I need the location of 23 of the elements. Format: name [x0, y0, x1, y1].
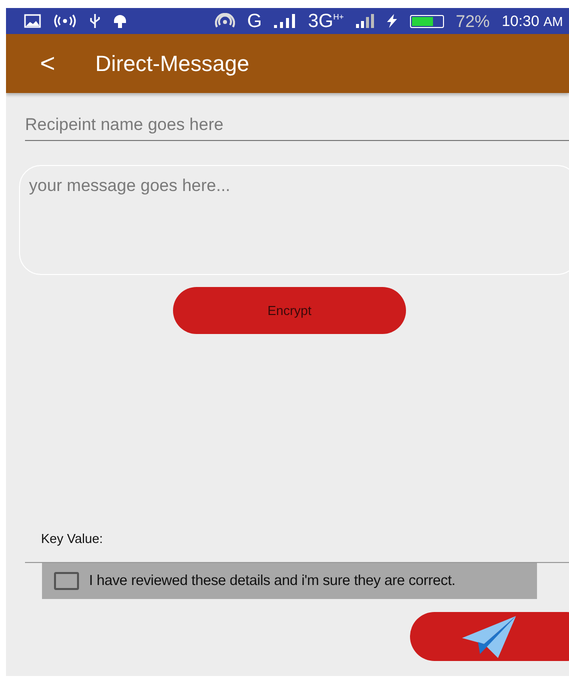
send-button[interactable] — [410, 612, 569, 661]
lightning-icon — [386, 14, 398, 28]
back-button[interactable]: < — [40, 48, 56, 79]
confirm-label: I have reviewed these details and i'm sure they are correct. — [89, 573, 456, 589]
screen-title: Direct-Message — [95, 50, 250, 76]
recipient-field[interactable]: Recipeint name goes here — [25, 113, 569, 141]
key-value-label: Key Value: — [41, 531, 104, 546]
confirm-checkbox-row[interactable]: I have reviewed these details and i'm sure they are correct. — [42, 563, 537, 599]
encrypt-button[interactable]: Encrypt — [173, 287, 406, 334]
clock: 10:30 AM — [502, 14, 563, 28]
signal-icon — [356, 14, 374, 28]
battery-icon — [410, 14, 444, 28]
network-type: G — [247, 12, 262, 30]
network-type: 3G$^{H+}$ — [308, 12, 344, 30]
hotspot-icon — [53, 14, 77, 28]
usb-icon — [89, 13, 101, 29]
message-field[interactable]: your message goes here... — [19, 165, 569, 275]
paper-plane-icon — [462, 616, 516, 658]
signal-icon — [274, 14, 296, 28]
image-icon — [24, 14, 41, 28]
wireless-icon — [215, 13, 236, 29]
battery-percentage: 72% — [456, 12, 490, 30]
checkbox[interactable] — [54, 572, 79, 590]
